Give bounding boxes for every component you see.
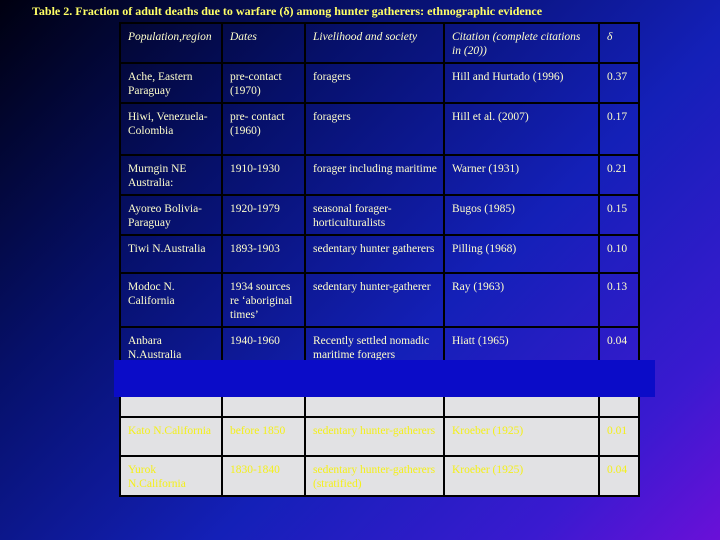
table-cell: Tiwi N.Australia <box>119 234 223 274</box>
table-cell: 0.21 <box>598 154 640 196</box>
table-row: Yurok N.California 1830-1840 sedentary hun… <box>119 455 640 497</box>
table-cell: sedentary hunter-gatherers <box>304 416 445 457</box>
table-cell: 0.13 <box>598 272 640 328</box>
table-cell: Kato N.California <box>119 416 223 457</box>
table-cell: Modoc N. California <box>119 272 223 328</box>
table-cell: 1893-1903 <box>221 234 306 274</box>
table-cell: forager including maritime <box>304 154 445 196</box>
table-cell: pre- contact (1960) <box>221 102 306 156</box>
table-cell: 0.37 <box>598 62 640 104</box>
table-cell: 1934 sources re ‘aboriginal times’ <box>221 272 306 328</box>
table-cell: seasonal forager-horticulturalists <box>304 194 445 236</box>
table-cell: 0.01 <box>598 416 640 457</box>
table-cell: Yurok N.California <box>119 455 223 497</box>
table-cell: 1920-1979 <box>221 194 306 236</box>
table-row: Ayoreo Bolivia-Paraguay 1920-1979 seasonal… <box>119 194 640 236</box>
table-row: Murngin NE Australia: 1910-1930 forager in… <box>119 154 640 196</box>
table-cell: Murngin NE Australia: <box>119 154 223 196</box>
table-cell: Ray (1963) <box>443 272 600 328</box>
table-cell: 1830-1840 <box>221 455 306 497</box>
table-cell: 0.15 <box>598 194 640 236</box>
table-cell: foragers <box>304 102 445 156</box>
header-cell: Livelihood and society <box>304 22 445 64</box>
table-cell: sedentary hunter gatherers <box>304 234 445 274</box>
table-row: Modoc N. California 1934 sources re ‘abor… <box>119 272 640 328</box>
warfare-deaths-table: Population,region Dates Livelihood and s… <box>119 22 640 497</box>
table-cell: Ache, Eastern Paraguay <box>119 62 223 104</box>
table-title: Table 2. Fraction of adult deaths due to… <box>32 4 543 18</box>
table-cell: 0.17 <box>598 102 640 156</box>
header-cell: Population,region <box>119 22 223 64</box>
table-cell: sedentary hunter-gatherer <box>304 272 445 328</box>
table-row: Hiwi, Venezuela-Colombia pre- contact (19… <box>119 102 640 156</box>
table-cell: pre-contact (1970) <box>221 62 306 104</box>
table-cell: before 1850 <box>221 416 306 457</box>
blue-overlay-band <box>114 360 655 397</box>
table-cell: 0.10 <box>598 234 640 274</box>
table-cell: Warner (1931) <box>443 154 600 196</box>
header-cell: δ <box>598 22 640 64</box>
table-cell: Kroeber (1925) <box>443 455 600 497</box>
table-cell: Hill et al. (2007) <box>443 102 600 156</box>
table-cell: Hiwi, Venezuela-Colombia <box>119 102 223 156</box>
table-cell: sedentary hunter-gatherers (stratified) <box>304 455 445 497</box>
table-cell: Bugos (1985) <box>443 194 600 236</box>
table-cell: Pilling (1968) <box>443 234 600 274</box>
table-cell: 0.04 <box>598 455 640 497</box>
header-cell: Dates <box>221 22 306 64</box>
table-header-row: Population,region Dates Livelihood and s… <box>119 22 640 64</box>
table-cell: Hill and Hurtado (1996) <box>443 62 600 104</box>
table-row: Kato N.California before 1850 sedentary hu… <box>119 416 640 457</box>
table-row: Ache, Eastern Paraguay pre-contact (1970)… <box>119 62 640 104</box>
table-cell: Ayoreo Bolivia-Paraguay <box>119 194 223 236</box>
header-cell: Citation (complete citations in (20)) <box>443 22 600 64</box>
table-cell: Kroeber (1925) <box>443 416 600 457</box>
table-cell: foragers <box>304 62 445 104</box>
table-row: Tiwi N.Australia 1893-1903 sedentary hunte… <box>119 234 640 274</box>
table-cell: 1910-1930 <box>221 154 306 196</box>
